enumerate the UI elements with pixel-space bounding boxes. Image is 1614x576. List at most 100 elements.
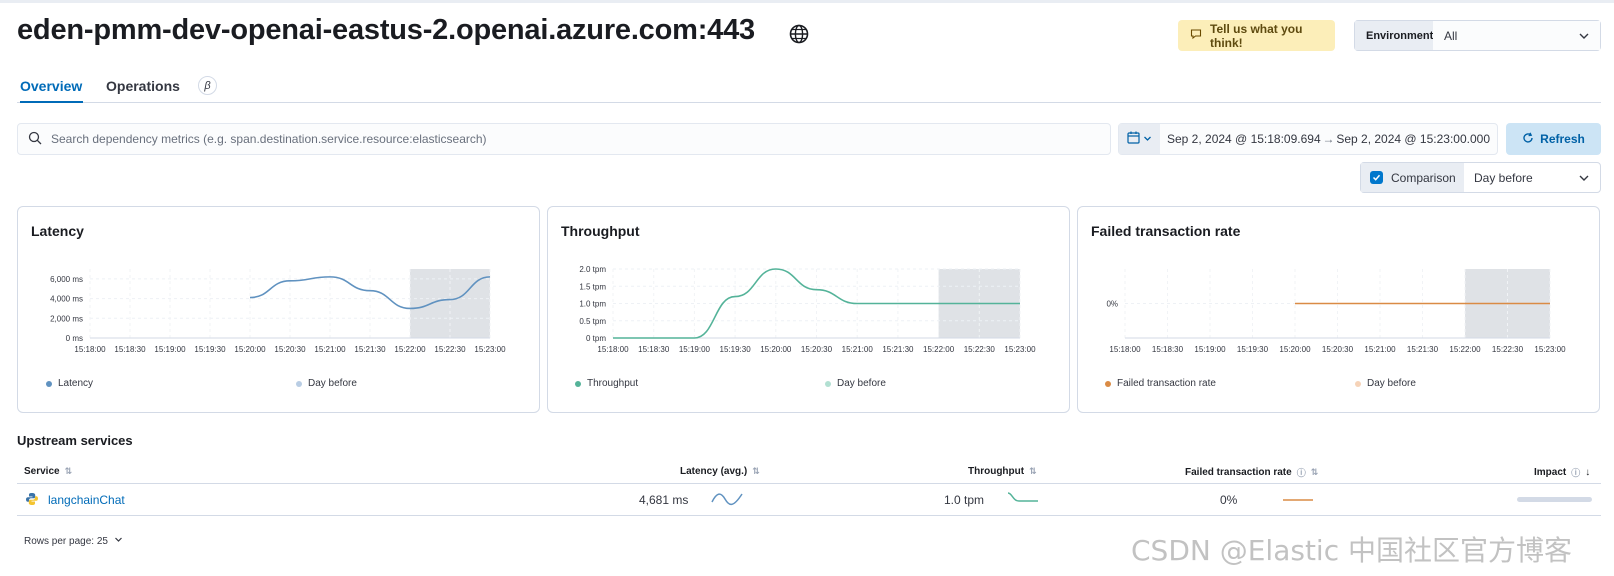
x-tick-label: 15:18:00 bbox=[597, 345, 629, 354]
table-header: Service ⇅ Latency (avg.) ⇅ Throughput ⇅ Fai… bbox=[17, 458, 1601, 484]
x-tick-label: 15:23:00 bbox=[1004, 345, 1036, 354]
y-tick-label: 0.5 tpm bbox=[579, 317, 606, 326]
search-input[interactable]: Search dependency metrics (e.g. span.des… bbox=[17, 123, 1111, 155]
x-tick-label: 15:19:30 bbox=[1237, 345, 1269, 354]
chevron-down-icon bbox=[1578, 30, 1590, 45]
latency-value: 4,681 ms bbox=[639, 493, 689, 507]
chevron-down-icon bbox=[114, 535, 123, 547]
y-tick-label: 1.5 tpm bbox=[579, 282, 606, 291]
tab-overview[interactable]: Overview bbox=[20, 78, 83, 103]
throughput-value: 1.0 tpm bbox=[944, 493, 985, 507]
x-tick-label: 15:21:30 bbox=[882, 345, 914, 354]
x-tick-label: 15:21:30 bbox=[354, 345, 386, 354]
refresh-label: Refresh bbox=[1540, 132, 1585, 146]
service-link[interactable]: langchainChat bbox=[48, 493, 125, 507]
x-tick-label: 15:21:00 bbox=[842, 345, 874, 354]
latency-sparkline bbox=[711, 493, 743, 506]
column-label: Service bbox=[24, 466, 60, 477]
page-title: eden-pmm-dev-openai-eastus-2.openai.azur… bbox=[17, 14, 755, 46]
legend-item-latency[interactable]: Latency bbox=[46, 378, 93, 389]
column-label: Throughput bbox=[968, 466, 1025, 477]
x-tick-label: 15:21:30 bbox=[1407, 345, 1439, 354]
column-label: Impact bbox=[1534, 467, 1567, 478]
search-placeholder: Search dependency metrics (e.g. span.des… bbox=[51, 132, 487, 146]
x-tick-label: 15:18:30 bbox=[1152, 345, 1184, 354]
x-tick-label: 15:20:30 bbox=[801, 345, 833, 354]
legend-item-day-before[interactable]: Day before bbox=[1355, 378, 1416, 389]
environment-select[interactable]: Environment All bbox=[1354, 20, 1601, 51]
table-row: langchainChat 4,681 ms 1.0 tpm 0% bbox=[17, 484, 1601, 516]
comparison-label: Comparison bbox=[1391, 170, 1456, 185]
info-icon: ⓘ bbox=[1296, 468, 1306, 478]
column-header-latency[interactable]: Latency (avg.) ⇅ bbox=[680, 466, 760, 477]
sort-icon: ⇅ bbox=[64, 466, 73, 476]
legend-dot bbox=[296, 380, 302, 387]
x-tick-label: 15:20:00 bbox=[1279, 345, 1311, 354]
y-tick-label: 6,000 ms bbox=[50, 275, 83, 284]
impact-bar bbox=[1517, 497, 1592, 502]
legend-dot bbox=[46, 380, 52, 387]
date-picker: Sep 2, 2024 @ 15:18:09.694 → Sep 2, 2024… bbox=[1118, 123, 1498, 155]
failed-rate-value: 0% bbox=[1220, 493, 1238, 507]
legend-item-failed-rate[interactable]: Failed transaction rate bbox=[1105, 378, 1216, 389]
sort-icon: ⇅ bbox=[1029, 466, 1037, 476]
column-header-impact[interactable]: Impact ⓘ ↓ bbox=[1534, 466, 1590, 479]
refresh-button[interactable]: Refresh bbox=[1506, 123, 1601, 155]
top-border bbox=[0, 0, 1614, 3]
latency-chart-panel: Latency 6,000 ms 4,000 ms 2,000 ms 0 ms 15:1… bbox=[17, 206, 540, 413]
calendar-icon bbox=[1127, 131, 1140, 147]
y-tick-label: 2.0 tpm bbox=[579, 265, 606, 274]
tab-bar: Overview Operations β bbox=[17, 66, 1601, 103]
x-tick-label: 15:19:00 bbox=[154, 345, 186, 354]
globe-icon bbox=[788, 23, 810, 45]
arrow-right-icon: → bbox=[1322, 132, 1335, 146]
legend-item-day-before[interactable]: Day before bbox=[825, 378, 886, 389]
tab-operations[interactable]: Operations bbox=[106, 78, 180, 103]
rows-per-page-selector[interactable]: Rows per page: 25 bbox=[24, 535, 123, 547]
chevron-down-icon bbox=[1578, 172, 1590, 187]
legend-dot bbox=[825, 380, 831, 387]
x-tick-label: 15:19:30 bbox=[720, 345, 752, 354]
comparison-control: Comparison Day before bbox=[1360, 162, 1601, 193]
column-header-throughput[interactable]: Throughput ⇅ bbox=[968, 466, 1037, 477]
legend-item-day-before[interactable]: Day before bbox=[296, 378, 357, 389]
legend-item-throughput[interactable]: Throughput bbox=[575, 378, 638, 389]
date-start[interactable]: Sep 2, 2024 @ 15:18:09.694 bbox=[1167, 132, 1321, 146]
legend-label: Throughput bbox=[587, 378, 639, 389]
column-label: Latency (avg.) bbox=[680, 466, 748, 477]
failed-rate-sparkline bbox=[1283, 499, 1313, 501]
comment-icon bbox=[1190, 28, 1202, 43]
x-tick-label: 15:22:30 bbox=[434, 345, 466, 354]
x-tick-label: 15:20:00 bbox=[234, 345, 266, 354]
x-tick-label: 15:18:00 bbox=[74, 345, 106, 354]
beta-badge: β bbox=[198, 76, 217, 95]
comparison-toggle[interactable]: Comparison bbox=[1361, 163, 1464, 192]
sort-icon: ⇅ bbox=[1310, 467, 1319, 477]
throughput-chart-panel: Throughput 2.0 tpm 1.5 tpm 1.0 tpm 0.5 tpm 0… bbox=[547, 206, 1070, 413]
quick-select-button[interactable] bbox=[1119, 124, 1160, 154]
x-tick-label: 15:18:30 bbox=[114, 345, 146, 354]
feedback-button[interactable]: Tell us what you think! bbox=[1178, 20, 1335, 51]
refresh-icon bbox=[1522, 132, 1534, 147]
y-tick-label: 0 ms bbox=[66, 334, 83, 343]
latency-chart: 6,000 ms 4,000 ms 2,000 ms 0 ms 15:18:00 15:1… bbox=[50, 269, 506, 354]
legend-dot bbox=[1105, 380, 1111, 387]
x-tick-label: 15:19:30 bbox=[194, 345, 226, 354]
legend-dot bbox=[1355, 380, 1361, 387]
section-title: Upstream services bbox=[17, 433, 133, 448]
x-tick-label: 15:19:00 bbox=[1194, 345, 1226, 354]
x-tick-label: 15:18:00 bbox=[1109, 345, 1141, 354]
column-header-service[interactable]: Service ⇅ bbox=[24, 466, 72, 477]
legend-dot bbox=[575, 380, 581, 387]
info-icon: ⓘ bbox=[1571, 468, 1581, 478]
failed-transaction-rate-chart-panel: Failed transaction rate 0% 15:18:00 15:18:… bbox=[1077, 206, 1600, 413]
search-icon bbox=[28, 131, 42, 148]
column-header-failed-rate[interactable]: Failed transaction rate ⓘ ⇅ bbox=[1185, 466, 1318, 479]
date-range: Sep 2, 2024 @ 15:18:09.694 → Sep 2, 2024… bbox=[1160, 124, 1497, 154]
rows-per-page-label: Rows per page: 25 bbox=[24, 535, 108, 547]
column-label: Failed transaction rate bbox=[1185, 467, 1292, 478]
legend-label: Failed transaction rate bbox=[1117, 378, 1216, 389]
sort-icon: ⇅ bbox=[752, 466, 760, 476]
checkbox-checked[interactable] bbox=[1370, 171, 1383, 184]
date-end[interactable]: Sep 2, 2024 @ 15:23:00.000 bbox=[1336, 132, 1490, 146]
